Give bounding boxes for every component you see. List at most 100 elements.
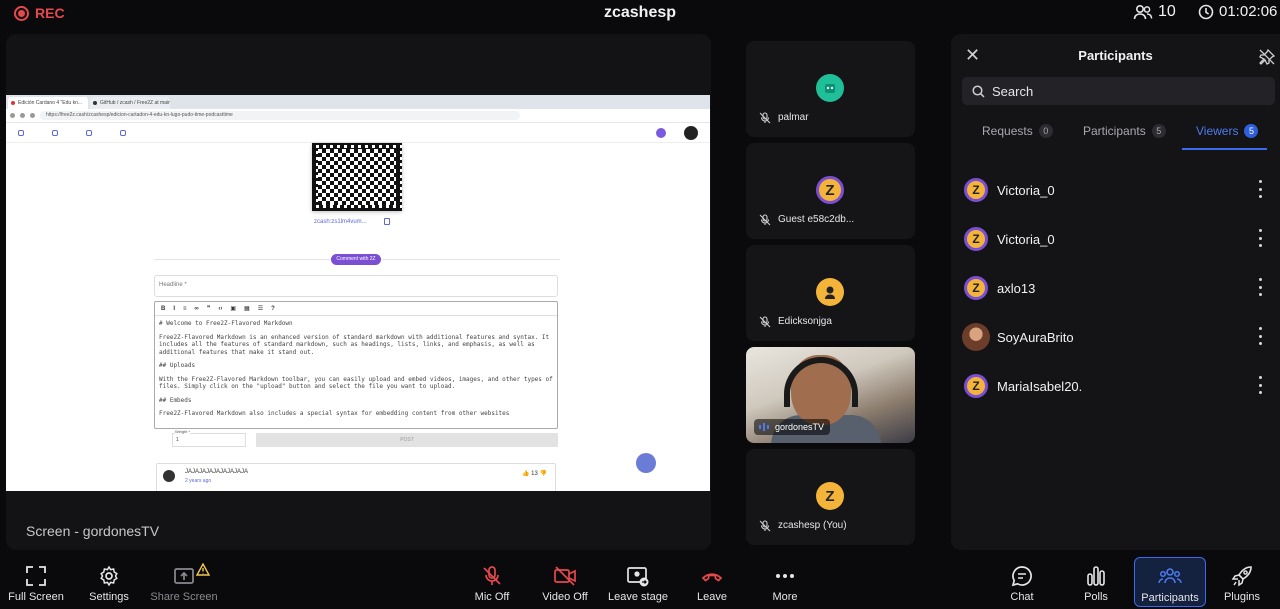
- list-item[interactable]: Z axlo13: [951, 272, 1280, 321]
- fullscreen-icon: [26, 566, 46, 586]
- clock-icon: [1198, 4, 1214, 19]
- viewer-name: axlo13: [997, 281, 1036, 296]
- tab-label: Requests: [982, 124, 1033, 138]
- zcash-address: zcash:zs1lm4vum...: [314, 219, 367, 225]
- search-input[interactable]: [992, 77, 1262, 105]
- more-button[interactable]: More: [749, 557, 821, 607]
- record-icon: [14, 5, 29, 21]
- list-icon: ☰: [257, 306, 264, 312]
- count-badge: 5: [1244, 124, 1259, 138]
- zcash-avatar-icon: Z: [964, 276, 988, 300]
- participant-tile[interactable]: Z Guest e58c2db...: [746, 143, 915, 239]
- editor-line: ## Uploads: [159, 362, 196, 369]
- more-options-icon[interactable]: [1259, 376, 1263, 394]
- participant-tile[interactable]: Edicksonjga: [746, 245, 915, 341]
- mic-off-icon: [759, 316, 771, 328]
- chat-button[interactable]: Chat: [986, 557, 1058, 607]
- comment-author: JAJAJAJAJAJAJAJAJA: [185, 469, 249, 475]
- more-options-icon[interactable]: [1259, 278, 1263, 296]
- video-off-button[interactable]: Video Off: [529, 557, 601, 607]
- mic-off-icon: [759, 520, 771, 532]
- screen-share-label: Screen - gordonesTV: [26, 523, 160, 539]
- participant-video-tile[interactable]: gordonesTV: [746, 347, 915, 443]
- sun-icon: [86, 129, 92, 136]
- polls-button[interactable]: Polls: [1060, 557, 1132, 607]
- full-screen-button[interactable]: Full Screen: [0, 557, 72, 607]
- bot-icon: [825, 84, 835, 93]
- participant-name: palmar: [778, 112, 809, 123]
- leave-stage-button[interactable]: Leave stage: [602, 557, 674, 607]
- tab-participants[interactable]: Participants 5: [1083, 124, 1166, 138]
- viewer-name: SoyAuraBrito: [997, 330, 1074, 345]
- participant-tile[interactable]: Z zcashesp (You): [746, 449, 915, 545]
- button-label: Mic Off: [474, 591, 510, 603]
- post-button: POST: [256, 433, 558, 447]
- gear-icon: [100, 565, 118, 587]
- search-icon: [52, 129, 58, 136]
- search-icon: [972, 85, 985, 98]
- button-label: Chat: [1010, 591, 1034, 603]
- unpin-icon[interactable]: [1258, 48, 1276, 66]
- button-label: More: [772, 591, 798, 603]
- settings-button[interactable]: Settings: [73, 557, 145, 607]
- participant-tabs: Requests 0 Participants 5 Viewers 5: [951, 118, 1280, 150]
- mic-off-icon: [759, 112, 771, 124]
- more-options-icon[interactable]: [1259, 327, 1263, 345]
- viewer-name: MariaIsabel20.: [997, 379, 1083, 394]
- editor-line: # Welcome to Free2Z-Flavored Markdown: [159, 320, 293, 327]
- zcash-avatar-icon: Z: [816, 482, 844, 510]
- list-item[interactable]: Z MariaIsabel20.: [951, 370, 1280, 419]
- plugins-button[interactable]: Plugins: [1206, 557, 1278, 607]
- qr-code: [312, 143, 402, 211]
- browser-url-bar: https://free2z.cash/zcashesp/edicion-car…: [6, 109, 710, 123]
- zcash-avatar-icon: Z: [964, 374, 988, 398]
- comment-card: JAJAJAJAJAJAJAJAJA 2 years ago 👍 13 👎: [156, 463, 556, 491]
- site-header: [6, 123, 710, 143]
- avatar: [163, 470, 175, 482]
- more-options-icon[interactable]: [1259, 180, 1263, 198]
- leave-stage-icon: [627, 567, 649, 587]
- participants-button[interactable]: Participants: [1134, 557, 1206, 607]
- list-item[interactable]: Z Victoria_0: [951, 174, 1280, 223]
- tab-label: Viewers: [1196, 124, 1239, 138]
- share-screen-button[interactable]: Share Screen: [148, 557, 220, 607]
- browser-tab: Edición Cardano 4 "Edu kn...: [8, 97, 88, 109]
- people-icon: [1133, 4, 1153, 20]
- zcash-avatar-icon: Z: [816, 176, 844, 204]
- timer-value: 01:02:06: [1219, 3, 1278, 20]
- list-item[interactable]: SoyAuraBrito: [951, 321, 1280, 370]
- weight-row: 1 Weight * POST: [154, 429, 558, 447]
- button-label: Settings: [89, 591, 129, 603]
- editor-line: ## Embeds: [159, 396, 192, 404]
- comment-with-2z-button: Comment with 2Z: [331, 254, 381, 265]
- polls-icon: [1087, 566, 1105, 586]
- editor-line: Free2Z-Flavored Markdown is an enhanced …: [159, 333, 550, 356]
- tab-requests[interactable]: Requests 0: [982, 124, 1053, 138]
- count-badge: 5: [1151, 124, 1166, 138]
- top-bar: REC zcashesp 10 01:02:06: [0, 0, 1280, 26]
- participant-count[interactable]: 10: [1133, 3, 1176, 21]
- link-icon: ∞: [194, 305, 199, 312]
- mic-off-icon: [483, 566, 501, 585]
- heading-icon: ≡: [183, 305, 187, 312]
- search-box: [962, 77, 1275, 105]
- audio-wave-icon: [759, 423, 769, 431]
- participant-tile[interactable]: palmar: [746, 41, 915, 137]
- reload-icon: [30, 113, 35, 118]
- editor-line: With the Free2Z-Flavored Markdown toolba…: [159, 375, 553, 391]
- home-icon: [18, 129, 24, 136]
- table-icon: ▦: [244, 306, 250, 312]
- bold-icon: B: [161, 305, 166, 312]
- leave-button[interactable]: Leave: [676, 557, 748, 607]
- comment-likes: 👍 13 👎: [522, 471, 547, 477]
- quote-icon: ❞: [206, 306, 211, 312]
- markdown-toolbar: B I ≡ ∞ ❞ ‹› ▣ ▦ ☰ ?: [155, 302, 557, 316]
- list-item[interactable]: Z Victoria_0: [951, 223, 1280, 272]
- mic-off-button[interactable]: Mic Off: [456, 557, 528, 607]
- participant-count-value: 10: [1158, 3, 1176, 20]
- panel-title: Participants: [1078, 48, 1153, 63]
- more-options-icon[interactable]: [1259, 229, 1263, 247]
- avatar: [816, 278, 844, 306]
- tab-viewers[interactable]: Viewers 5: [1196, 124, 1259, 138]
- markdown-content: # Welcome to Free2Z-Flavored Markdown Fr…: [155, 316, 557, 428]
